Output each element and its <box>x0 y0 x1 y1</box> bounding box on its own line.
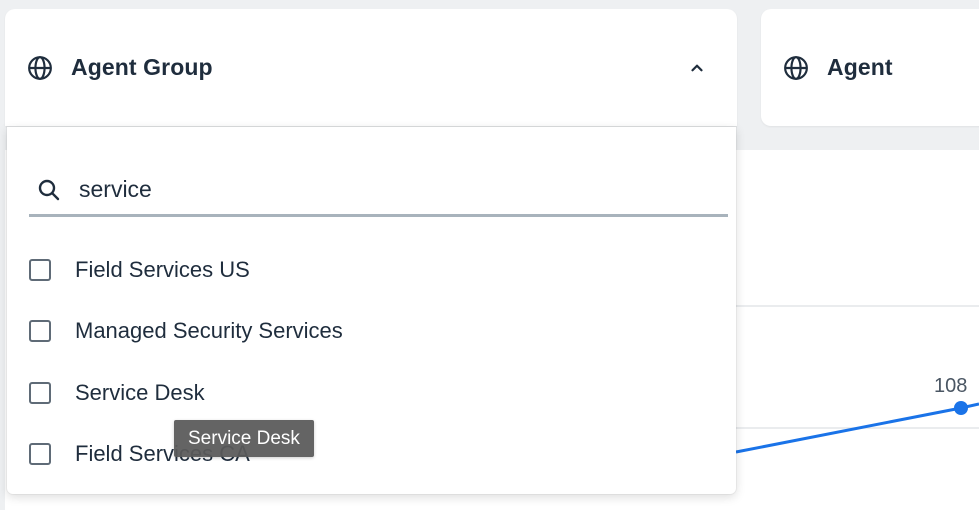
option-managed-security-services[interactable]: Managed Security Services <box>29 301 343 363</box>
chart-series-line <box>735 406 962 454</box>
chart-data-label: 108 <box>934 375 967 397</box>
agent-group-filter[interactable]: Agent Group <box>5 9 737 126</box>
option-service-desk[interactable]: Service Desk <box>29 362 343 424</box>
agent-group-title: Agent Group <box>71 54 213 80</box>
search-input[interactable] <box>79 173 679 206</box>
checkbox[interactable] <box>29 258 51 281</box>
agent-filter[interactable]: Agent <box>761 9 979 126</box>
tooltip: Service Desk <box>174 420 314 457</box>
checkbox[interactable] <box>29 320 51 343</box>
chart-data-point <box>954 401 968 415</box>
globe-icon <box>783 55 809 81</box>
search-field[interactable] <box>29 165 728 217</box>
option-label: Service Desk <box>75 379 205 405</box>
checkbox[interactable] <box>29 443 51 466</box>
option-label: Managed Security Services <box>75 318 343 344</box>
option-label: Field Services US <box>75 256 250 282</box>
agent-group-dropdown: Field Services US Managed Security Servi… <box>7 127 736 494</box>
chevron-up-icon[interactable] <box>685 56 709 80</box>
checkbox[interactable] <box>29 381 51 404</box>
option-field-services-us[interactable]: Field Services US <box>29 239 343 301</box>
search-icon <box>35 176 63 204</box>
agent-title: Agent <box>827 54 893 80</box>
globe-icon <box>27 55 53 81</box>
